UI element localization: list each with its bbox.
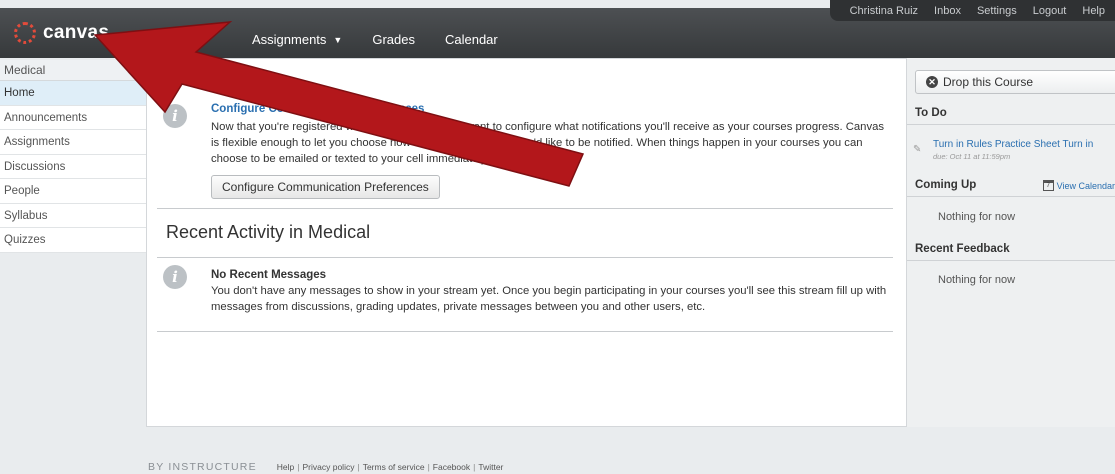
sidebar-item-announcements[interactable]: Announcements xyxy=(0,106,146,130)
sidebar-item-discussions[interactable]: Discussions xyxy=(0,155,146,179)
nav-assignments[interactable]: Assignments ▼ xyxy=(252,32,342,47)
todo-due-date: due: Oct 11 at 11:59pm xyxy=(933,152,1011,161)
assignment-icon: ✎ xyxy=(913,144,922,155)
user-menu: Christina Ruiz Inbox Settings Logout Hel… xyxy=(829,0,1115,21)
footer-facebook-link[interactable]: Facebook xyxy=(433,462,470,472)
todo-item-link[interactable]: Turn in Rules Practice Sheet Turn in xyxy=(933,139,1093,150)
nav-calendar[interactable]: Calendar xyxy=(445,32,498,47)
global-header: canvas Assignments ▼ Grades Calendar Chr… xyxy=(0,0,1115,58)
close-circle-icon: ✕ xyxy=(926,76,938,88)
footer-twitter-link[interactable]: Twitter xyxy=(478,462,503,472)
nav-assignments-label: Assignments xyxy=(252,32,327,47)
footer: BY INSTRUCTURE Help | Privacy policy | Ter… xyxy=(148,461,503,473)
footer-links: Help | Privacy policy | Terms of service | … xyxy=(276,462,504,472)
drop-course-label: Drop this Course xyxy=(943,75,1034,89)
divider xyxy=(157,208,893,209)
logo-text: canvas xyxy=(43,22,110,43)
divider xyxy=(907,196,1115,197)
drop-course-button[interactable]: ✕ Drop this Course xyxy=(915,70,1115,94)
recent-feedback-heading: Recent Feedback xyxy=(915,243,1010,255)
info-icon: i xyxy=(163,265,187,289)
right-sidebar: ✕ Drop this Course To Do ✎ Turn in Rules… xyxy=(907,58,1115,427)
configure-preferences-text: Now that you're registered with Canvas, … xyxy=(211,121,885,165)
coming-up-empty: Nothing for now xyxy=(938,211,1016,223)
canvas-logo-icon xyxy=(14,22,36,44)
top-navigation: Assignments ▼ Grades Calendar xyxy=(252,32,498,47)
configure-preferences-button[interactable]: Configure Communication Preferences xyxy=(211,175,440,199)
recent-activity-heading: Recent Activity in Medical xyxy=(166,222,371,242)
settings-link[interactable]: Settings xyxy=(977,5,1017,17)
help-link[interactable]: Help xyxy=(1082,5,1105,17)
recent-feedback-empty: Nothing for now xyxy=(938,274,1016,286)
info-icon: i xyxy=(163,104,187,128)
coming-up-heading: Coming Up xyxy=(915,179,977,191)
footer-privacy-link[interactable]: Privacy policy xyxy=(303,462,355,472)
user-name-link[interactable]: Christina Ruiz xyxy=(850,5,918,17)
sidebar-item-quizzes[interactable]: Quizzes xyxy=(0,228,146,253)
inbox-link[interactable]: Inbox xyxy=(934,5,961,17)
course-title[interactable]: Medical xyxy=(0,60,146,81)
chevron-down-icon: ▼ xyxy=(333,34,343,45)
instructure-brand: BY INSTRUCTURE xyxy=(148,461,257,473)
logout-link[interactable]: Logout xyxy=(1033,5,1067,17)
course-navigation: Medical Home Announcements Assignments D… xyxy=(0,60,146,253)
todo-heading: To Do xyxy=(915,107,947,119)
nav-grades[interactable]: Grades xyxy=(372,32,415,47)
no-messages-text: You don't have any messages to show in y… xyxy=(211,285,887,313)
calendar-icon: 7 xyxy=(1042,180,1054,191)
divider xyxy=(907,124,1115,125)
sidebar-item-home[interactable]: Home xyxy=(0,81,146,106)
view-calendar-label: View Calendar xyxy=(1056,180,1115,191)
sidebar-item-people[interactable]: People xyxy=(0,179,146,204)
divider xyxy=(907,260,1115,261)
view-calendar-link[interactable]: 7 View Calendar xyxy=(1042,180,1115,191)
sidebar-item-assignments[interactable]: Assignments xyxy=(0,130,146,155)
sidebar-item-syllabus[interactable]: Syllabus xyxy=(0,204,146,228)
canvas-logo[interactable]: canvas xyxy=(14,22,109,44)
footer-help-link[interactable]: Help xyxy=(277,462,294,472)
footer-terms-link[interactable]: Terms of service xyxy=(363,462,425,472)
configure-preferences-link[interactable]: Configure Communication Preferences xyxy=(211,103,424,115)
main-content: i Configure Communication Preferences No… xyxy=(146,58,907,427)
divider xyxy=(157,331,893,332)
no-messages-title: No Recent Messages xyxy=(211,269,327,281)
divider xyxy=(157,257,893,258)
